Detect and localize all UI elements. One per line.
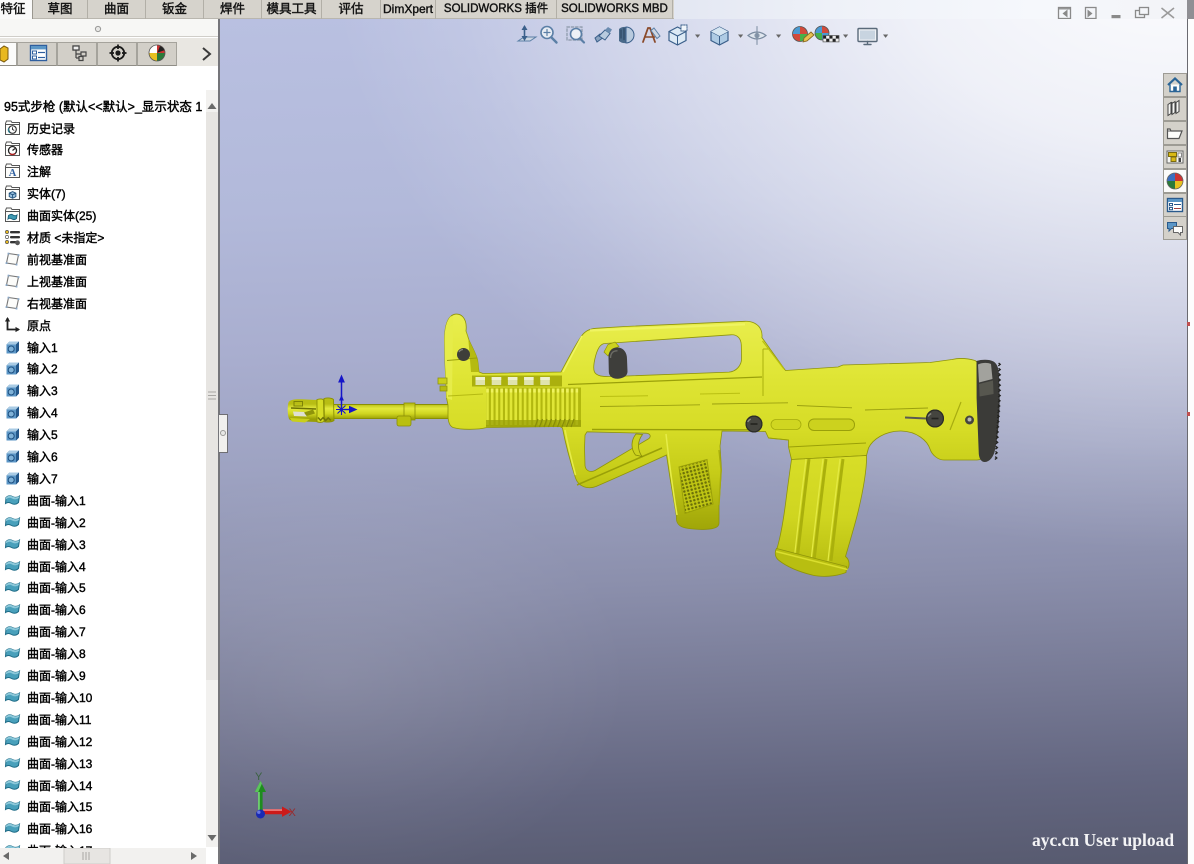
svg-text:X: X [289, 807, 297, 819]
svg-text:Y: Y [255, 771, 263, 783]
